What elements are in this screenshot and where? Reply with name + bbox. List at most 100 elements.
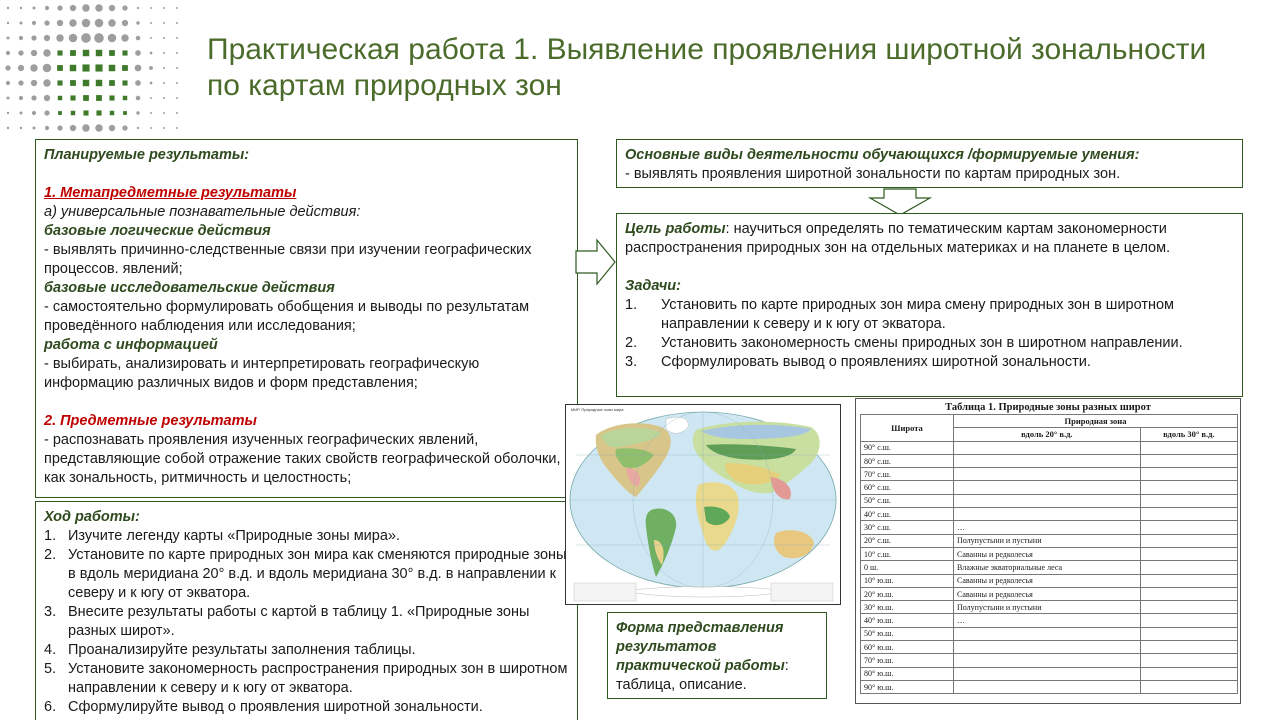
logo-dot [163, 22, 165, 24]
logo-dot [6, 96, 10, 100]
logo-dot [43, 34, 51, 42]
logo-dot [122, 95, 128, 101]
table-cell-lat: 30° ю.ш. [860, 600, 954, 615]
table-cell-lat: 50° с.ш. [860, 493, 954, 509]
logo-dot [5, 80, 11, 86]
logo-dot [5, 50, 11, 56]
logo-dot [135, 50, 141, 56]
table-row: 30° с.ш.… [860, 520, 1239, 535]
list-number: 3. [625, 354, 638, 370]
logo-dot [150, 7, 152, 9]
logo-dot [135, 80, 141, 86]
logo-dot [163, 37, 165, 39]
logo-dot [6, 21, 10, 25]
table-cell-lat: 0 ш. [860, 560, 954, 575]
table-row: 90° с.ш. [860, 440, 1239, 455]
form-text: таблица, описание. [616, 677, 747, 693]
table-cell-z20: Саванны и редколесья [953, 546, 1141, 562]
info-text: - выбирать, анализировать и интерпретиро… [44, 356, 480, 391]
logo-dot [95, 124, 103, 132]
list-text: Сформулируйте вывод о проявления широтно… [68, 699, 483, 715]
logo-dot [82, 64, 90, 72]
logo-dot [32, 126, 36, 130]
logo-dot [69, 19, 77, 27]
logo-dot [18, 50, 24, 56]
table-cell-z20: Саванны и редколесья [953, 586, 1141, 602]
steps-list: 1. Изучите легенду карты «Природные зоны … [44, 527, 569, 717]
logo-dot [149, 51, 153, 55]
col-20-header: вдоль 20° в.д. [953, 427, 1141, 442]
table-cell-lat: 70° ю.ш. [860, 653, 954, 668]
table-row: 80° с.ш. [860, 453, 1239, 469]
table-cell-lat: 30° с.ш. [860, 520, 954, 535]
logo-dot [176, 52, 178, 54]
natural-zones-table-panel: Таблица 1. Природные зоны разных широт Ш… [855, 398, 1241, 704]
logo-dot [5, 65, 11, 71]
table-cell-z30 [1139, 640, 1239, 655]
logo-dot [82, 4, 90, 12]
logo-dot [42, 63, 52, 73]
list-text: Проанализируйте результаты заполнения та… [68, 642, 416, 658]
activities-heading: Основные виды деятельности обучающихся /… [625, 147, 1140, 163]
logo-dot [176, 82, 178, 84]
logo-dot [43, 49, 51, 57]
table-cell-z20 [953, 440, 1141, 455]
logo-dot [136, 6, 140, 10]
table-cell-lat: 10° ю.ш. [860, 573, 954, 588]
list-item: 2. Установить закономерность смены природ… [625, 334, 1234, 353]
logo-dot [32, 6, 36, 10]
table-cell-lat: 60° с.ш. [860, 480, 954, 495]
logo-dot [109, 80, 115, 86]
logo-dot [19, 21, 23, 25]
logo-dot [70, 110, 76, 116]
table-cell-z20 [953, 653, 1141, 668]
logo-dot [163, 112, 165, 114]
logo-dot [6, 126, 10, 130]
logo-dot [57, 80, 63, 86]
logo-dot [56, 19, 64, 27]
table-cell-z30 [1139, 546, 1239, 562]
table-cell-z20: Полупустыни и пустыни [953, 533, 1141, 548]
table-cell-lat: 60° ю.ш. [860, 640, 954, 655]
table-cell-lat: 10° с.ш. [860, 546, 954, 562]
logo-dot [96, 110, 102, 116]
list-number: 6. [44, 699, 57, 715]
table-row: 0 ш. Влажные экваториальные леса [860, 560, 1239, 575]
logo-dot [122, 80, 128, 86]
list-number: 3. [44, 604, 57, 620]
world-natural-zones-map: МИР. Природные зоны мира [565, 404, 841, 605]
logo-dot [122, 50, 128, 56]
logo-dot [149, 81, 153, 85]
info-heading: работа с информацией [44, 337, 218, 353]
table-cell-z20 [953, 467, 1141, 482]
list-number: 4. [44, 642, 57, 658]
tasks-heading: Задачи: [625, 278, 681, 294]
logo-dot [57, 95, 63, 101]
natural-zones-table: Широта Природная зона вдоль 20° в.д. вдо… [860, 413, 1239, 695]
logo-dot [135, 35, 141, 41]
logo-dot [69, 4, 77, 12]
list-text: Установите по карте природных зон мира к… [68, 547, 567, 601]
table-cell-z30 [1139, 653, 1239, 668]
table-cell-lat: 80° с.ш. [860, 453, 954, 469]
logo-dot [44, 5, 50, 11]
logo-dot [122, 65, 128, 71]
table-cell-z20 [953, 480, 1141, 495]
list-text: Изучите легенду карты «Природные зоны ми… [68, 528, 400, 544]
table-row: 40° с.ш. [860, 507, 1239, 522]
table-cell-z30 [1139, 560, 1239, 575]
subject-text: - распознавать проявления изученных геог… [44, 432, 561, 486]
arrow-down-icon [868, 188, 932, 216]
table-cell-lat: 40° с.ш. [860, 507, 954, 522]
logo-dot [69, 64, 77, 72]
col-30-header: вдоль 30° в.д. [1139, 427, 1239, 442]
logo-dot [57, 65, 63, 71]
logo-dot [150, 127, 152, 129]
table-row: 70° ю.ш. [860, 653, 1239, 668]
table-cell-z30 [1139, 586, 1239, 602]
list-text: Установить по карте природных зон мира с… [661, 297, 1175, 332]
table-cell-z30 [1139, 493, 1239, 509]
logo-dot [108, 4, 116, 12]
logo-dot [109, 110, 115, 116]
logo-dot [163, 7, 165, 9]
